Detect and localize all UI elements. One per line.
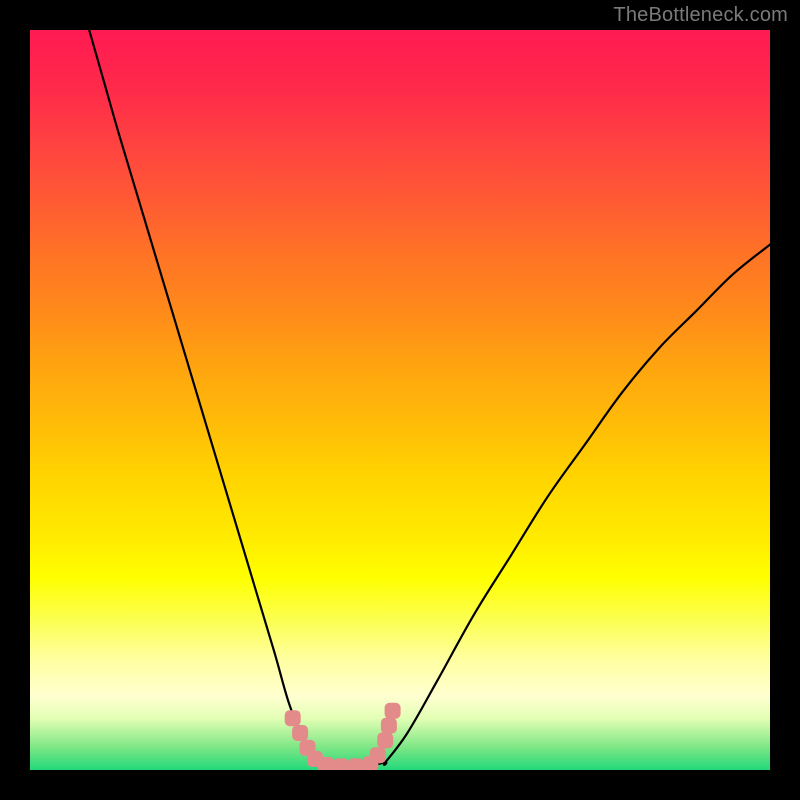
curve-path bbox=[89, 30, 770, 767]
marker-dot bbox=[285, 710, 301, 726]
bottleneck-curve bbox=[89, 30, 770, 767]
marker-dot bbox=[333, 758, 349, 770]
marker-dot bbox=[377, 732, 393, 748]
watermark-text: TheBottleneck.com bbox=[613, 4, 788, 27]
plot-area bbox=[30, 30, 770, 770]
chart-frame: TheBottleneck.com bbox=[0, 0, 800, 800]
curve-svg bbox=[30, 30, 770, 770]
marker-dot bbox=[370, 747, 386, 763]
marker-dot bbox=[292, 725, 308, 741]
marker-dot bbox=[348, 758, 364, 770]
marker-dot bbox=[318, 757, 334, 770]
marker-dot bbox=[381, 718, 397, 734]
marker-dot bbox=[385, 703, 401, 719]
bottleneck-range-marker bbox=[285, 703, 401, 770]
